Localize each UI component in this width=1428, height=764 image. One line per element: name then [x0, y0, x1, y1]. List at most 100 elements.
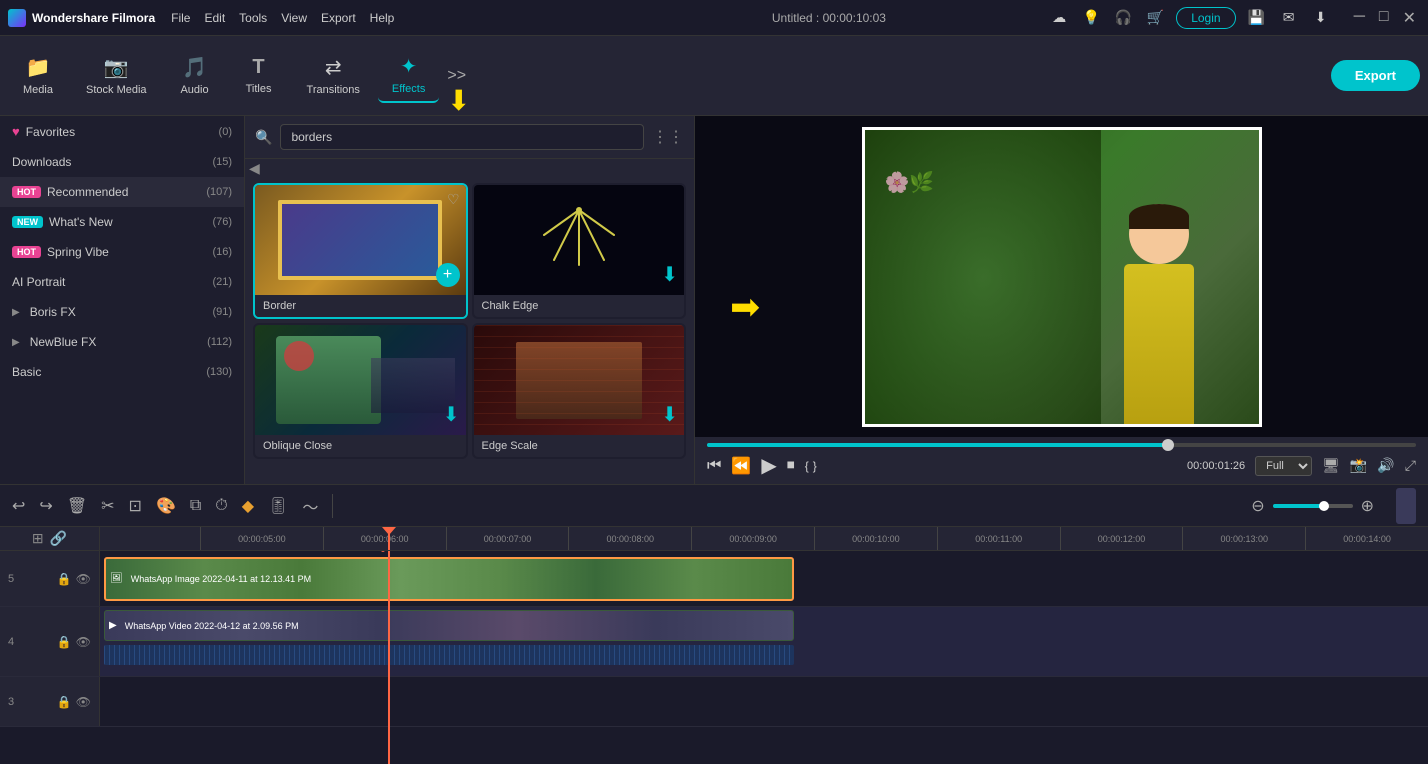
- preview-controls-area: ⏮ ⏪ ▶ ⏹ { } 00:00:01:26 Full 50% 25% 🖥 📸: [695, 437, 1428, 484]
- favorites-label: Favorites: [26, 125, 75, 139]
- ruler-mark-8: 00:00:13:00: [1182, 527, 1305, 551]
- sidebar-item-spring-vibe[interactable]: HOT Spring Vibe (16): [0, 237, 244, 267]
- track-icons-4: 🔒 👁: [57, 635, 91, 649]
- progress-bar[interactable]: [707, 443, 1416, 447]
- oblique-close-download-icon[interactable]: ⬇: [443, 402, 460, 427]
- volume-icon[interactable]: 🔊: [1377, 457, 1394, 474]
- redo-icon[interactable]: ↪: [39, 496, 52, 516]
- tool-stock-media[interactable]: 📷 Stock Media: [72, 49, 161, 102]
- close-button[interactable]: ✕: [1399, 8, 1420, 28]
- maximize-button[interactable]: □: [1375, 8, 1393, 28]
- skip-back-button[interactable]: ⏮: [707, 457, 721, 475]
- menu-edit[interactable]: Edit: [204, 11, 225, 25]
- track-eye-4[interactable]: 👁: [76, 635, 91, 649]
- snap-icon[interactable]: ⊞: [32, 530, 44, 547]
- save-icon[interactable]: 💾: [1246, 7, 1268, 29]
- tool-media[interactable]: 📁 Media: [8, 49, 68, 102]
- border-name: Border: [255, 295, 466, 317]
- sidebar-item-downloads[interactable]: Downloads (15): [0, 147, 244, 177]
- play-button[interactable]: ▶: [761, 453, 776, 478]
- pip-icon[interactable]: ⧉: [190, 497, 201, 515]
- camera-icon[interactable]: 📸: [1350, 457, 1367, 474]
- sidebar-item-recommended[interactable]: HOT Recommended (107): [0, 177, 244, 207]
- timeline-toolbar: ↩ ↪ 🗑 ✂ ⊡ 🎨 ⧉ ⏱ ◆ 🎚 〜 ⊖ ⊕: [0, 485, 1428, 527]
- stop-button[interactable]: ⏹: [787, 457, 795, 475]
- chalk-edge-download-icon[interactable]: ⬇: [661, 262, 678, 287]
- track-row-5: 5 🔒 👁 🖼 WhatsApp Image 2022-04-11 at 12.…: [0, 551, 1428, 607]
- ruler-mark-2: 00:00:07:00: [446, 527, 569, 551]
- cloud-icon[interactable]: ☁: [1048, 7, 1070, 29]
- right-bracket-icon[interactable]: }: [813, 459, 817, 473]
- audio-mix-icon[interactable]: 🎚: [268, 496, 288, 516]
- titlebar-right-icons: ☁ 💡 🎧 🛒 Login 💾 ✉ ⬇ ─ □ ✕: [1048, 7, 1420, 29]
- zoom-out-icon[interactable]: ⊖: [1251, 496, 1264, 516]
- export-button[interactable]: Export: [1331, 60, 1420, 91]
- track-clip-4-video[interactable]: ▶ WhatsApp Video 2022-04-12 at 2.09.56 P…: [104, 610, 794, 641]
- track-lock-4[interactable]: 🔒: [57, 635, 72, 649]
- minimize-button[interactable]: ─: [1350, 8, 1369, 28]
- sidebar-item-newblue-fx[interactable]: ▶ NewBlue FX (112): [0, 327, 244, 357]
- track-content-3[interactable]: [100, 677, 1428, 726]
- track-lock-3[interactable]: 🔒: [57, 695, 72, 709]
- cut-icon[interactable]: ✂: [101, 496, 114, 516]
- delete-icon[interactable]: 🗑: [67, 496, 87, 516]
- sidebar-item-whats-new[interactable]: NEW What's New (76): [0, 207, 244, 237]
- mail-icon[interactable]: ✉: [1278, 7, 1300, 29]
- sidebar-item-ai-portrait[interactable]: AI Portrait (21): [0, 267, 244, 297]
- ai-portrait-label: AI Portrait: [12, 275, 65, 289]
- sidebar-item-favorites[interactable]: ♥ Favorites (0): [0, 116, 244, 147]
- basic-count: (130): [206, 366, 232, 378]
- zoom-select[interactable]: Full 50% 25%: [1255, 456, 1312, 476]
- sidebar-item-basic[interactable]: Basic (130): [0, 357, 244, 387]
- tool-titles[interactable]: T Titles: [229, 50, 289, 101]
- color-icon[interactable]: 🎨: [156, 496, 176, 516]
- left-bracket-icon[interactable]: {: [805, 459, 809, 473]
- effect-card-edge-scale[interactable]: ⬇ Edge Scale: [472, 323, 687, 459]
- menu-export[interactable]: Export: [321, 11, 356, 25]
- border-add-button[interactable]: +: [436, 263, 460, 287]
- grid-view-icon[interactable]: ⋮⋮: [652, 127, 684, 147]
- track-lock-5[interactable]: 🔒: [57, 572, 72, 586]
- border-heart-icon[interactable]: ♡: [447, 191, 460, 208]
- bulb-icon[interactable]: 💡: [1080, 7, 1102, 29]
- zoom-in-icon[interactable]: ⊕: [1361, 496, 1374, 516]
- track-eye-5[interactable]: 👁: [76, 572, 91, 586]
- track-content-4[interactable]: ▶ WhatsApp Video 2022-04-12 at 2.09.56 P…: [100, 607, 1428, 676]
- track-eye-3[interactable]: 👁: [76, 695, 91, 709]
- cart-icon[interactable]: 🛒: [1144, 7, 1166, 29]
- step-back-button[interactable]: ⏪: [731, 456, 751, 476]
- search-input[interactable]: [280, 124, 644, 150]
- scroll-left-icon[interactable]: ◀: [249, 160, 260, 177]
- crop-icon[interactable]: ⊡: [129, 496, 142, 516]
- login-button[interactable]: Login: [1176, 7, 1235, 29]
- titles-icon: T: [252, 56, 264, 79]
- sidebar-item-boris-fx[interactable]: ▶ Boris FX (91): [0, 297, 244, 327]
- effect-card-oblique-close[interactable]: ⬇ Oblique Close: [253, 323, 468, 459]
- undo-icon[interactable]: ↩: [12, 496, 25, 516]
- boris-fx-count: (91): [212, 306, 232, 318]
- menu-view[interactable]: View: [281, 11, 307, 25]
- effect-card-chalk-edge[interactable]: ⬇ Chalk Edge: [472, 183, 687, 319]
- zoom-slider[interactable]: [1273, 504, 1353, 508]
- playhead-triangle: [382, 527, 396, 535]
- keyframe-icon[interactable]: ◆: [242, 496, 254, 516]
- menu-help[interactable]: Help: [370, 11, 395, 25]
- menu-tools[interactable]: Tools: [239, 11, 267, 25]
- track-content-5[interactable]: 🖼 WhatsApp Image 2022-04-11 at 12.13.41 …: [100, 551, 1428, 606]
- effects-panel: ⬇ 🔍 ⋮⋮ ◀ ♡ + Border: [245, 116, 695, 484]
- track-clip-5[interactable]: 🖼 WhatsApp Image 2022-04-11 at 12.13.41 …: [104, 557, 794, 601]
- menu-file[interactable]: File: [171, 11, 190, 25]
- tool-transitions[interactable]: ⇄ Transitions: [293, 49, 374, 102]
- tool-effects[interactable]: ✦ Effects: [378, 48, 439, 103]
- downloads-label: Downloads: [12, 155, 71, 169]
- download-icon[interactable]: ⬇: [1310, 7, 1332, 29]
- headset-icon[interactable]: 🎧: [1112, 7, 1134, 29]
- waveform-icon[interactable]: 〜: [302, 494, 318, 518]
- fullscreen-icon[interactable]: ⤢: [1405, 457, 1416, 474]
- effect-card-border[interactable]: ♡ + Border: [253, 183, 468, 319]
- timer-icon[interactable]: ⏱: [215, 497, 227, 515]
- screen-icon[interactable]: 🖥: [1322, 457, 1340, 474]
- tool-audio[interactable]: 🎵 Audio: [165, 49, 225, 102]
- lock-icon[interactable]: 🔗: [50, 530, 67, 547]
- edge-scale-download-icon[interactable]: ⬇: [661, 402, 678, 427]
